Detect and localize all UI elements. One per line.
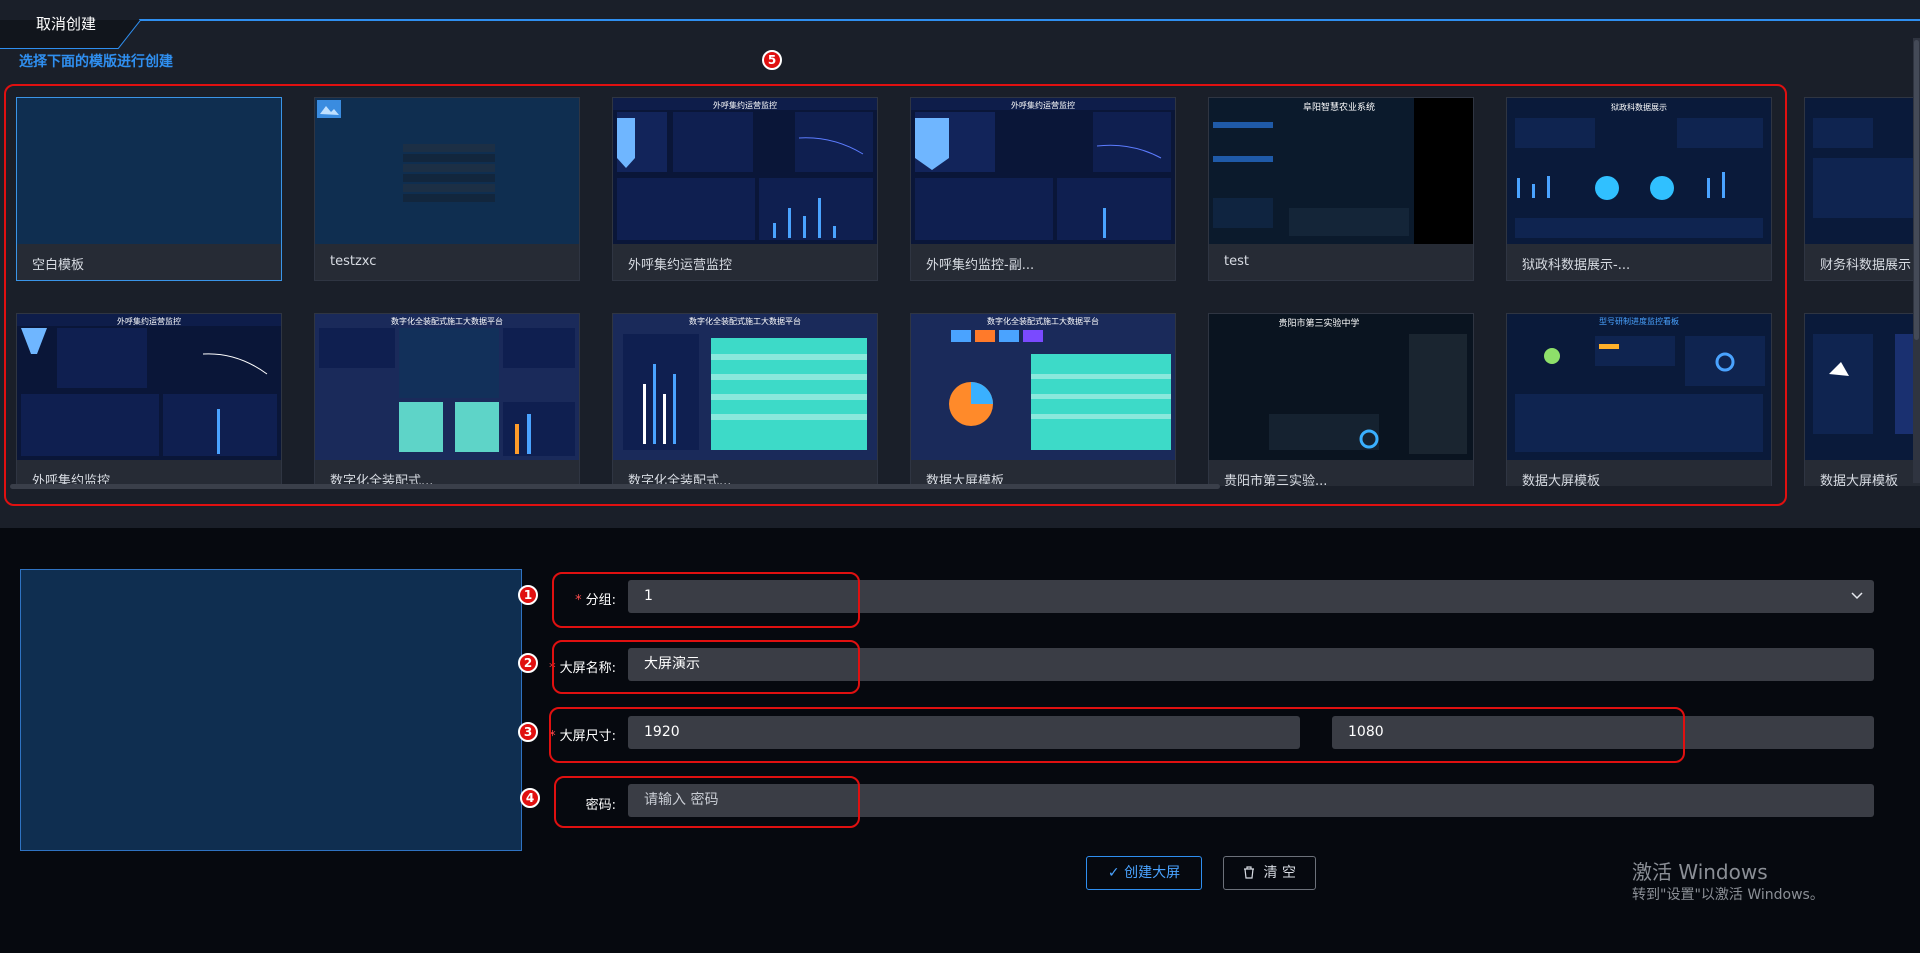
annotation-marker-2: 2: [518, 653, 538, 673]
template-thumbnail: [1805, 314, 1920, 460]
create-screen-button[interactable]: ✓ 创建大屏: [1086, 856, 1202, 890]
chevron-down-icon[interactable]: [1850, 580, 1864, 626]
template-card[interactable]: 数据大屏模板: [1804, 313, 1920, 486]
header-bar: 取消创建: [0, 0, 1920, 52]
annotation-box-name: [552, 640, 860, 694]
template-card-label: 数据大屏模板: [1820, 474, 1899, 486]
annotation-box-templates: [4, 84, 1787, 506]
clear-button-label: 清 空: [1263, 865, 1296, 881]
windows-activation-title: 激活 Windows: [1632, 860, 1768, 884]
template-thumbnail: [1805, 98, 1920, 244]
windows-activation-hint: 转到"设置"以激活 Windows。: [1632, 887, 1824, 903]
clear-button[interactable]: 清 空: [1223, 856, 1316, 890]
annotation-marker-5: 5: [762, 50, 782, 70]
annotation-box-size: [549, 707, 1685, 763]
annotation-marker-1: 1: [518, 585, 538, 605]
trash-icon: [1243, 865, 1263, 881]
annotation-box-group: [552, 572, 860, 628]
screen-preview: [20, 569, 522, 851]
template-card-label: 财务科数据展示: [1820, 258, 1912, 273]
annotation-marker-4: 4: [520, 788, 540, 808]
header-tab-line: [0, 19, 1920, 49]
template-card[interactable]: 财务科数据展示: [1804, 97, 1920, 281]
cancel-create-tab[interactable]: 取消创建: [36, 13, 96, 34]
annotation-box-password: [554, 776, 860, 828]
template-panel: 取消创建 选择下面的模版进行创建 空白模板 testzxc 外呼集约运营监控 外…: [0, 0, 1920, 528]
vertical-scrollbar-thumb[interactable]: [1914, 40, 1919, 340]
template-select-hint: 选择下面的模版进行创建: [19, 54, 173, 70]
annotation-marker-3: 3: [518, 722, 538, 742]
